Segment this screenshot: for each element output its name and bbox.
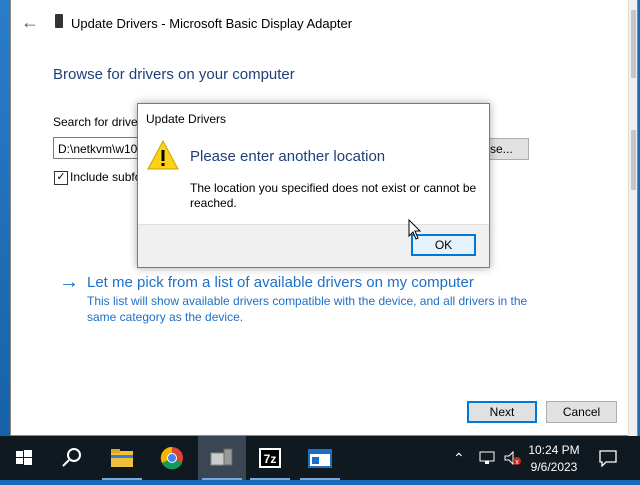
scroll-thumb-lower <box>631 130 636 190</box>
search-label: Search for drive <box>53 115 138 129</box>
start-icon <box>16 450 32 465</box>
device-icon <box>55 14 63 28</box>
next-button[interactable]: Next <box>467 401 537 423</box>
start-button[interactable] <box>0 436 48 480</box>
chevron-up-icon[interactable]: ⌃ <box>453 450 465 467</box>
window-titlebar: ← Update Drivers - Microsoft Basic Displ… <box>11 10 611 38</box>
mouse-cursor-icon <box>408 219 422 240</box>
network-icon[interactable] <box>478 450 498 466</box>
dialog-sub-message: The location you specified does not exis… <box>190 181 477 210</box>
search-icon <box>62 448 81 467</box>
path-input[interactable]: D:\netkvm\w10 <box>53 137 145 159</box>
browse-button[interactable]: se... <box>489 138 529 160</box>
7zip-button[interactable]: 7z <box>246 436 294 480</box>
arrow-right-icon[interactable]: → <box>59 271 79 294</box>
chrome-button[interactable] <box>148 436 196 480</box>
window-app-button[interactable] <box>296 436 344 480</box>
notification-icon[interactable] <box>598 449 618 467</box>
error-dialog: Update Drivers Please enter another loca… <box>137 103 490 268</box>
back-arrow-icon[interactable]: ← <box>21 12 39 33</box>
pick-from-list-description[interactable]: This list will show available drivers co… <box>87 293 547 325</box>
dialog-title: Update Drivers <box>146 112 227 126</box>
taskbar: 7z ⌃ x 10:24 PM 9/6/2023 <box>0 436 640 480</box>
include-subfolders-checkbox[interactable]: ✓ <box>54 171 68 185</box>
search-button[interactable] <box>48 436 96 480</box>
7zip-icon: 7z <box>259 448 281 468</box>
pick-from-list-link[interactable]: Let me pick from a list of available dri… <box>87 274 474 291</box>
desktop-background <box>0 0 10 436</box>
cancel-button[interactable]: Cancel <box>546 401 617 423</box>
window-scrollbar[interactable] <box>628 0 637 436</box>
volume-muted-icon[interactable]: x <box>503 450 523 466</box>
clock-date[interactable]: 9/6/2023 <box>524 460 584 474</box>
file-explorer-icon <box>111 449 133 467</box>
window-title: Update Drivers - Microsoft Basic Display… <box>71 16 353 31</box>
chrome-icon <box>160 446 183 470</box>
warning-icon <box>147 140 179 170</box>
dialog-main-message: Please enter another location <box>190 148 386 165</box>
clock-time[interactable]: 10:24 PM <box>524 443 584 457</box>
page-heading: Browse for drivers on your computer <box>53 66 295 83</box>
7zip-label: 7z <box>264 452 277 466</box>
scroll-thumb[interactable] <box>631 10 636 78</box>
include-subfolders-label: Include subfo <box>70 170 140 184</box>
device-manager-icon <box>210 448 233 466</box>
window-app-icon <box>308 449 332 468</box>
svg-text:x: x <box>515 459 519 466</box>
device-manager-button[interactable] <box>198 436 246 480</box>
file-explorer-button[interactable] <box>98 436 146 480</box>
